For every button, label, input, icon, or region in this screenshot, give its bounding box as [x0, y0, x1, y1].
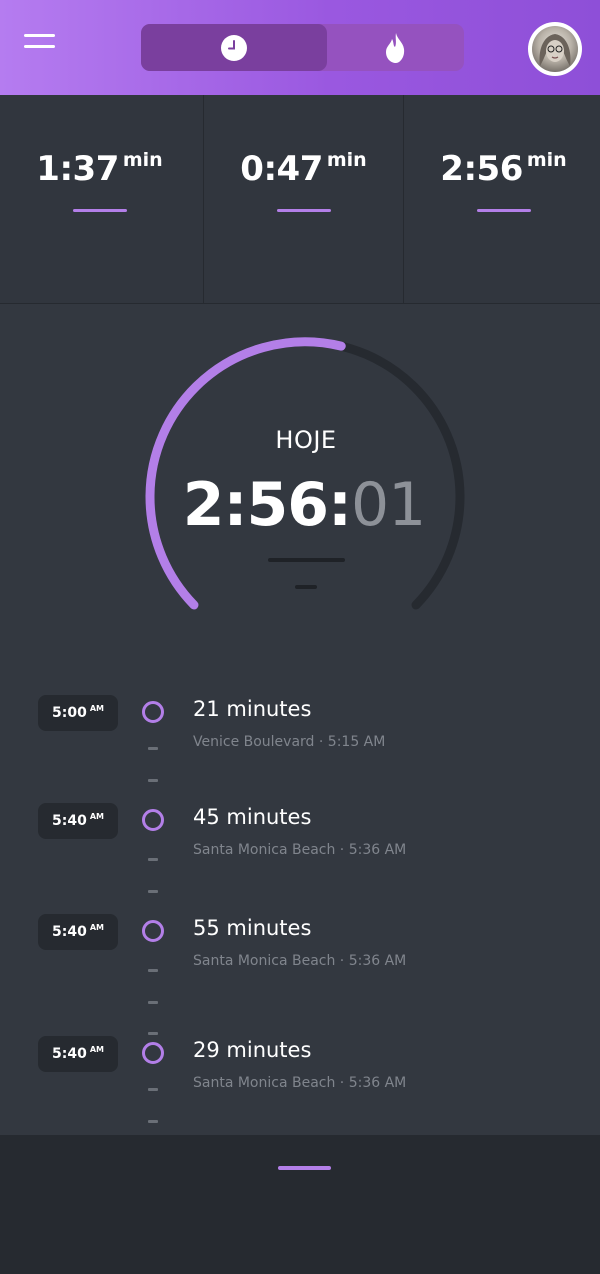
avatar-photo — [532, 26, 578, 72]
user-avatar[interactable] — [528, 22, 582, 76]
timeline-connector — [148, 858, 158, 861]
gauge-time-seconds: 01 — [350, 470, 426, 540]
item-title: 55 minutes — [193, 916, 312, 940]
gauge-divider — [268, 558, 345, 562]
item-subtitle: Venice Boulevard · 5:15 AM — [193, 734, 386, 750]
stat-unit: min — [122, 149, 163, 171]
item-subtitle: Santa Monica Beach · 5:36 AM — [193, 842, 407, 858]
list-item[interactable]: 5:40 AM 55 minutes Santa Monica Beach · 5… — [0, 914, 600, 974]
timeline-connector — [148, 747, 158, 750]
stat-card[interactable]: 1:37 min — [0, 95, 199, 303]
stat-underline — [72, 209, 127, 212]
hamburger-menu-icon[interactable] — [24, 32, 56, 52]
timeline-connector — [148, 1088, 158, 1091]
stat-underline — [276, 209, 331, 212]
time-badge-label: 5:00 — [52, 705, 87, 721]
time-badge[interactable]: 5:40 AM — [38, 803, 118, 839]
timeline-connector — [148, 779, 158, 782]
stat-value: 2:56 — [440, 149, 523, 189]
timeline-connector — [148, 1001, 158, 1004]
item-title: 29 minutes — [193, 1038, 312, 1062]
clock-icon — [221, 34, 247, 61]
item-title: 21 minutes — [193, 697, 312, 721]
stats-panel: 1:37 min 0:47 min 2:56 min — [0, 95, 600, 304]
time-badge-label: 5:40 — [52, 1046, 87, 1062]
timeline-connector — [148, 1120, 158, 1123]
timeline-connector — [148, 969, 158, 972]
item-subtitle: Santa Monica Beach · 5:36 AM — [193, 953, 407, 969]
time-badge-ampm: AM — [89, 1044, 104, 1054]
time-badge-ampm: AM — [89, 922, 104, 932]
home-indicator[interactable] — [278, 1166, 331, 1170]
bottom-bar — [0, 1135, 600, 1274]
timeline-dot-icon — [142, 701, 164, 723]
time-badge-ampm: AM — [89, 811, 104, 821]
view-toggle — [141, 24, 464, 71]
timeline-dot-icon — [142, 1042, 164, 1064]
stat-unit: min — [326, 149, 367, 171]
time-badge[interactable]: 5:00 AM — [38, 695, 118, 731]
gauge-title: HOJE — [275, 426, 337, 454]
app-header — [0, 0, 600, 95]
time-badge-ampm: AM — [89, 703, 104, 713]
time-badge-label: 5:40 — [52, 924, 87, 940]
stat-underline — [476, 209, 531, 212]
stat-unit: min — [526, 149, 567, 171]
stat-value: 1:37 — [36, 149, 119, 189]
timeline-dot-icon — [142, 920, 164, 942]
flame-icon — [385, 32, 404, 63]
item-subtitle: Santa Monica Beach · 5:36 AM — [193, 1075, 407, 1091]
tab-flame[interactable] — [327, 24, 464, 71]
timeline-dot-icon — [142, 809, 164, 831]
timeline-connector — [148, 890, 158, 893]
list-item[interactable]: 5:00 AM 21 minutes Venice Boulevard · 5:1… — [0, 695, 600, 755]
stat-card[interactable]: 2:56 min — [403, 95, 600, 303]
time-badge[interactable]: 5:40 AM — [38, 1036, 118, 1072]
gauge-time-main: 2:56: — [182, 470, 352, 540]
stat-value: 0:47 — [240, 149, 323, 189]
timeline-connector — [148, 1032, 158, 1035]
list-item[interactable]: 5:40 AM 29 minutes Santa Monica Beach · 5… — [0, 1036, 600, 1096]
time-badge[interactable]: 5:40 AM — [38, 914, 118, 950]
tab-clock[interactable] — [141, 24, 327, 71]
list-item[interactable]: 5:40 AM 45 minutes Santa Monica Beach · 5… — [0, 803, 600, 863]
gauge-divider-small — [295, 585, 317, 589]
time-badge-label: 5:40 — [52, 813, 87, 829]
stat-card[interactable]: 0:47 min — [203, 95, 403, 303]
item-title: 45 minutes — [193, 805, 312, 829]
gauge-time: 2:56:01 — [0, 470, 600, 540]
